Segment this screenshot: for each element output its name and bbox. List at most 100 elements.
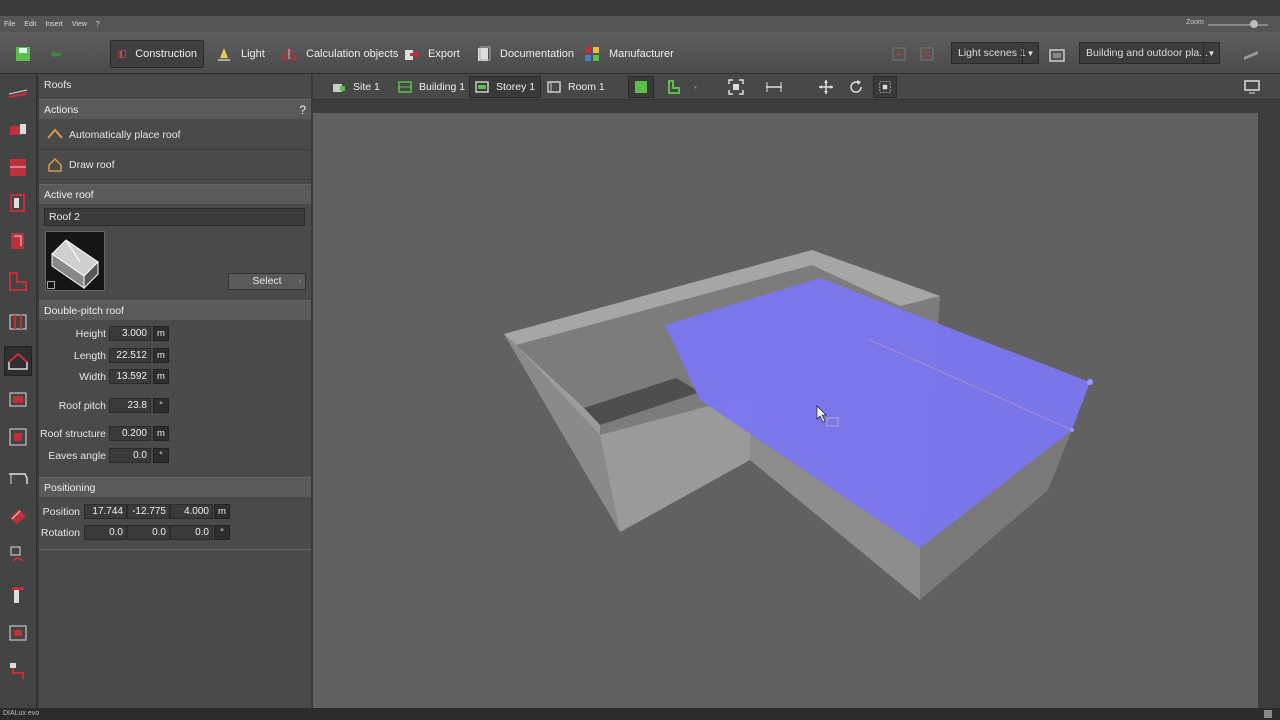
tool-building-button[interactable] bbox=[4, 114, 32, 144]
menu-edit[interactable]: Edit bbox=[24, 21, 36, 28]
menu-file[interactable]: File bbox=[4, 21, 15, 28]
eaves-angle-input[interactable]: 0.0 bbox=[109, 448, 151, 463]
tab-light-label: Light bbox=[241, 48, 265, 60]
light-icon bbox=[218, 48, 230, 61]
zoom-slider-handle[interactable] bbox=[1250, 20, 1258, 28]
building-icon bbox=[10, 124, 26, 135]
tool-wall-button[interactable] bbox=[4, 188, 32, 218]
active-roof-header-label: Active roof bbox=[44, 188, 94, 201]
position-y-input[interactable]: -12.775 bbox=[127, 504, 170, 519]
view-mode-dropdown[interactable]: Building and outdoor pla... ▼ bbox=[1079, 42, 1220, 64]
fit-view-button[interactable] bbox=[723, 76, 749, 98]
height-input[interactable]: 3.000 bbox=[109, 326, 151, 341]
tab-light[interactable]: Light bbox=[209, 40, 271, 68]
ruler-button[interactable] bbox=[1236, 40, 1274, 68]
tab-construction-label: Construction bbox=[135, 48, 197, 60]
length-input[interactable]: 22.512 bbox=[109, 348, 151, 363]
stop-button[interactable] bbox=[912, 40, 950, 68]
tool-roof-button[interactable] bbox=[4, 346, 32, 376]
roofs-properties-panel: Roofs Actions ? Automatically place roof… bbox=[39, 74, 311, 708]
breadcrumb-room[interactable]: Room 1 bbox=[542, 76, 610, 98]
tool-ceiling-button[interactable] bbox=[4, 306, 32, 336]
tool-floor-button[interactable] bbox=[4, 266, 32, 296]
zoom-slider[interactable] bbox=[1208, 24, 1268, 26]
tool-ground-element-button[interactable] bbox=[4, 540, 32, 570]
roof-structure-input[interactable]: 0.200 bbox=[109, 426, 151, 441]
view-more-dot[interactable]: • bbox=[689, 76, 702, 98]
active-roof-name-field[interactable]: Roof 2 bbox=[44, 208, 305, 226]
redo-button[interactable] bbox=[76, 40, 114, 68]
position-z-input[interactable]: 4.000 bbox=[170, 504, 213, 519]
roof-pitch-input[interactable]: 23.8 bbox=[109, 398, 151, 413]
fullscreen-button[interactable] bbox=[1239, 76, 1265, 98]
actions-header-label: Actions bbox=[44, 103, 79, 116]
selection-mode-button[interactable] bbox=[873, 76, 897, 98]
tool-door-button[interactable] bbox=[4, 422, 32, 452]
draw-roof-action[interactable]: Draw roof bbox=[39, 150, 311, 180]
breadcrumb-storey[interactable]: Storey 1 bbox=[469, 76, 542, 98]
monitor-icon bbox=[1244, 80, 1260, 94]
auto-place-roof-action[interactable]: Automatically place roof bbox=[39, 120, 311, 150]
main-toolbar: Construction Light Calculation objects E… bbox=[0, 32, 1280, 74]
position-x-input[interactable]: 17.744 bbox=[84, 504, 127, 519]
tab-documentation[interactable]: Documentation bbox=[468, 40, 580, 68]
tool-column-button[interactable] bbox=[4, 580, 32, 610]
tab-construction[interactable]: Construction bbox=[110, 40, 204, 68]
chevron-down-icon: ▼ bbox=[1022, 43, 1038, 63]
storey-icon bbox=[475, 81, 489, 93]
solid-view-toggle[interactable] bbox=[628, 76, 654, 98]
draw-roof-label: Draw roof bbox=[69, 158, 115, 171]
position-unit: m bbox=[214, 504, 230, 519]
tool-stairs-button[interactable] bbox=[4, 462, 32, 492]
roof-pitch-unit: ° bbox=[153, 398, 169, 413]
stop-icon bbox=[920, 47, 934, 61]
tool-furniture-button[interactable] bbox=[4, 500, 32, 530]
tool-site-button[interactable] bbox=[4, 78, 32, 108]
roof-icon bbox=[8, 352, 28, 370]
scene-settings-button[interactable] bbox=[1042, 42, 1080, 70]
floorplan-view-toggle[interactable] bbox=[662, 76, 686, 98]
furniture-icon bbox=[10, 509, 26, 524]
rotate-button[interactable] bbox=[843, 76, 869, 98]
tool-storey-button[interactable] bbox=[4, 152, 32, 182]
tab-calculation-objects[interactable]: Calculation objects bbox=[274, 40, 404, 68]
room-icon bbox=[547, 81, 561, 93]
select-roof-button[interactable]: Select › bbox=[228, 273, 306, 290]
floorplan-icon bbox=[668, 80, 680, 94]
save-icon bbox=[16, 47, 30, 61]
export-icon bbox=[405, 50, 419, 60]
building-label: Building 1 bbox=[419, 81, 466, 93]
rotation-y-input[interactable]: 0.0 bbox=[127, 525, 170, 540]
thumbnail-corner-icon bbox=[47, 281, 55, 289]
double-pitch-section-header: Double-pitch roof bbox=[39, 300, 311, 320]
view-toolbar: Site 1 Building 1 Storey 1 Room 1 • bbox=[313, 74, 1280, 100]
calculation-icon bbox=[280, 47, 298, 60]
undo-button[interactable] bbox=[40, 40, 78, 68]
double-pitch-header-label: Double-pitch roof bbox=[44, 304, 124, 317]
menu-insert[interactable]: Insert bbox=[45, 21, 63, 28]
menu-view[interactable]: View bbox=[72, 21, 87, 28]
tab-export[interactable]: Export bbox=[396, 40, 466, 68]
measure-button[interactable] bbox=[760, 76, 788, 98]
help-icon[interactable]: ? bbox=[299, 103, 306, 117]
status-corner-icon bbox=[1264, 710, 1272, 718]
width-input[interactable]: 13.592 bbox=[109, 369, 151, 384]
manufacturer-icon bbox=[585, 47, 599, 61]
rotation-x-input[interactable]: 0.0 bbox=[84, 525, 127, 540]
rotation-z-input[interactable]: 0.0 bbox=[170, 525, 213, 540]
tool-cutting-button[interactable] bbox=[4, 656, 32, 686]
breadcrumb-site[interactable]: Site 1 bbox=[327, 76, 385, 98]
tool-room-button[interactable] bbox=[4, 226, 32, 256]
move-button[interactable] bbox=[813, 76, 839, 98]
menu-help[interactable]: ? bbox=[96, 21, 100, 28]
roof-handle[interactable] bbox=[1087, 379, 1093, 385]
tool-image-button[interactable] bbox=[4, 618, 32, 648]
position-label: Position bbox=[42, 506, 80, 518]
tool-opening-button[interactable] bbox=[4, 384, 32, 414]
rotation-label: Rotation bbox=[40, 527, 80, 539]
light-scenes-dropdown[interactable]: Light scenes 1 ▼ bbox=[951, 42, 1039, 64]
tab-manufacturer[interactable]: Manufacturer bbox=[577, 40, 680, 68]
breadcrumb-building[interactable]: Building 1 bbox=[393, 76, 470, 98]
roof-handle[interactable] bbox=[1070, 428, 1074, 432]
3d-viewport[interactable] bbox=[313, 100, 1280, 708]
